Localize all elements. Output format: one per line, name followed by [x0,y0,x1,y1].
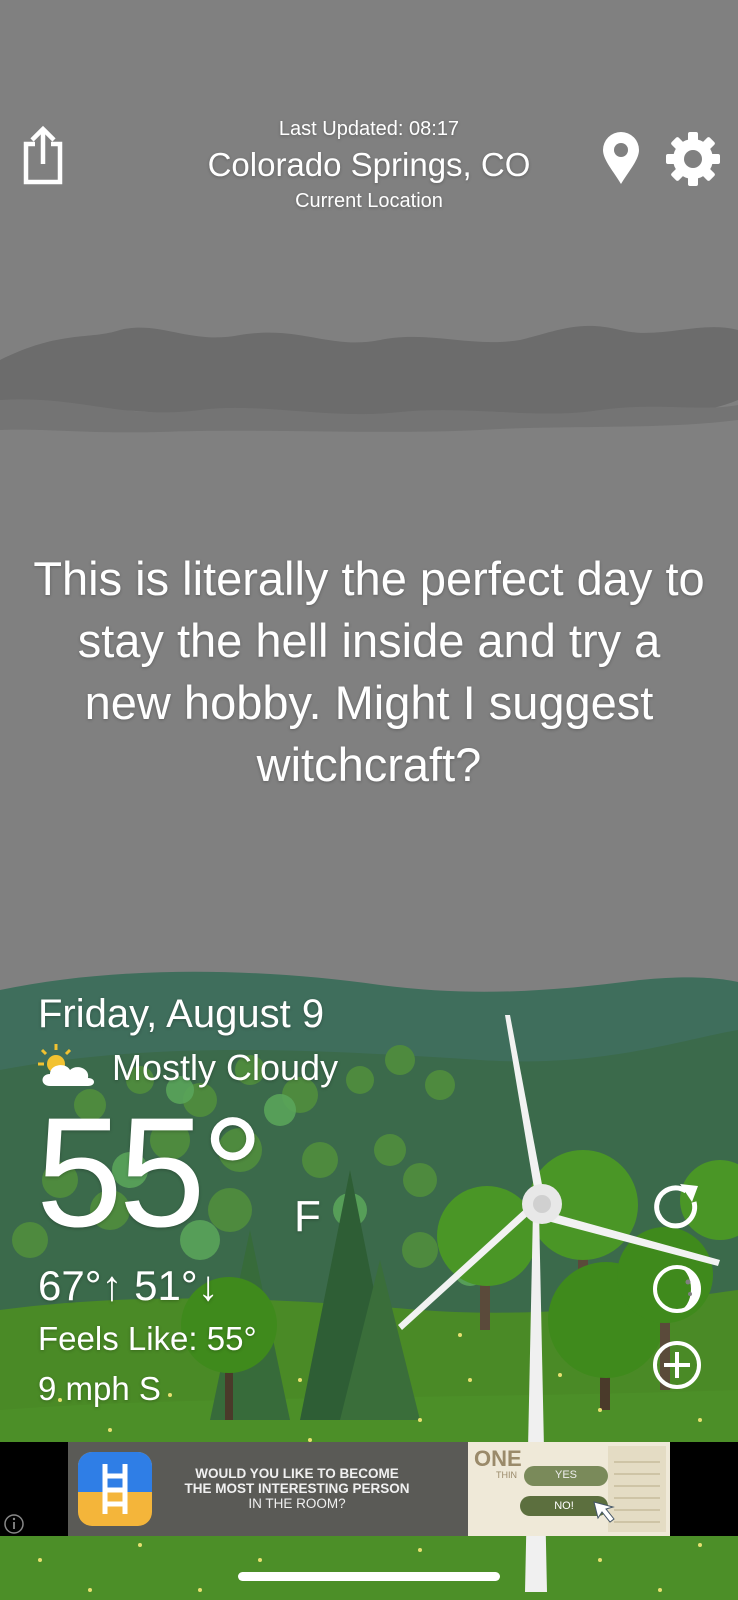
partly-cloudy-icon [36,1042,96,1090]
ad-line-3: IN THE ROOM? [248,1496,346,1511]
weather-screen: Last Updated: 08:17 Colorado Springs, CO… [0,0,738,1600]
settings-button[interactable] [664,130,722,188]
gear-icon [666,132,720,186]
home-indicator[interactable] [238,1572,500,1581]
landscape-background [0,0,738,1600]
weather-quote: This is literally the perfect day to sta… [33,552,705,791]
moon-icon [653,1265,701,1313]
temperature-unit[interactable]: F [294,1192,321,1242]
condition-label: Mostly Cloudy [112,1047,339,1088]
ad-line-2: THE MOST INTERESTING PERSON [184,1481,410,1496]
ad-banner[interactable]: WOULD YOU LIKE TO BECOME THE MOST INTERE… [68,1442,670,1536]
ad-no-label: NO! [554,1500,574,1512]
location-subtitle: Current Location [295,190,443,212]
date-label: Friday, August 9 [38,992,325,1036]
plus-circle-icon [653,1341,701,1389]
wind-label: 9 mph S [38,1370,161,1407]
ad-image-title: ONE [474,1446,522,1471]
feels-like-label: Feels Like: 55° [38,1320,257,1357]
high-low-temperature: 67°↑ 51°↓ [38,1262,219,1309]
info-icon [4,1514,24,1534]
current-temperature: 55° [36,1086,264,1260]
location-button[interactable] [598,130,644,186]
moon-phase-button[interactable] [650,1262,704,1316]
ad-yes-label: YES [554,1469,577,1481]
ladder-icon [102,1464,128,1514]
ad-image: ONE THIN YES NO! [468,1442,670,1536]
ad-app-logo [78,1452,152,1526]
ad-line-1: WOULD YOU LIKE TO BECOME [195,1466,399,1481]
ad-info-button[interactable] [3,1513,25,1535]
refresh-icon [654,1184,698,1229]
refresh-button[interactable] [650,1180,704,1234]
location-pin-icon [603,132,639,184]
add-location-button[interactable] [650,1338,704,1392]
ad-headline: WOULD YOU LIKE TO BECOME THE MOST INTERE… [168,1466,426,1511]
ad-image-subtitle: THIN [496,1470,517,1480]
